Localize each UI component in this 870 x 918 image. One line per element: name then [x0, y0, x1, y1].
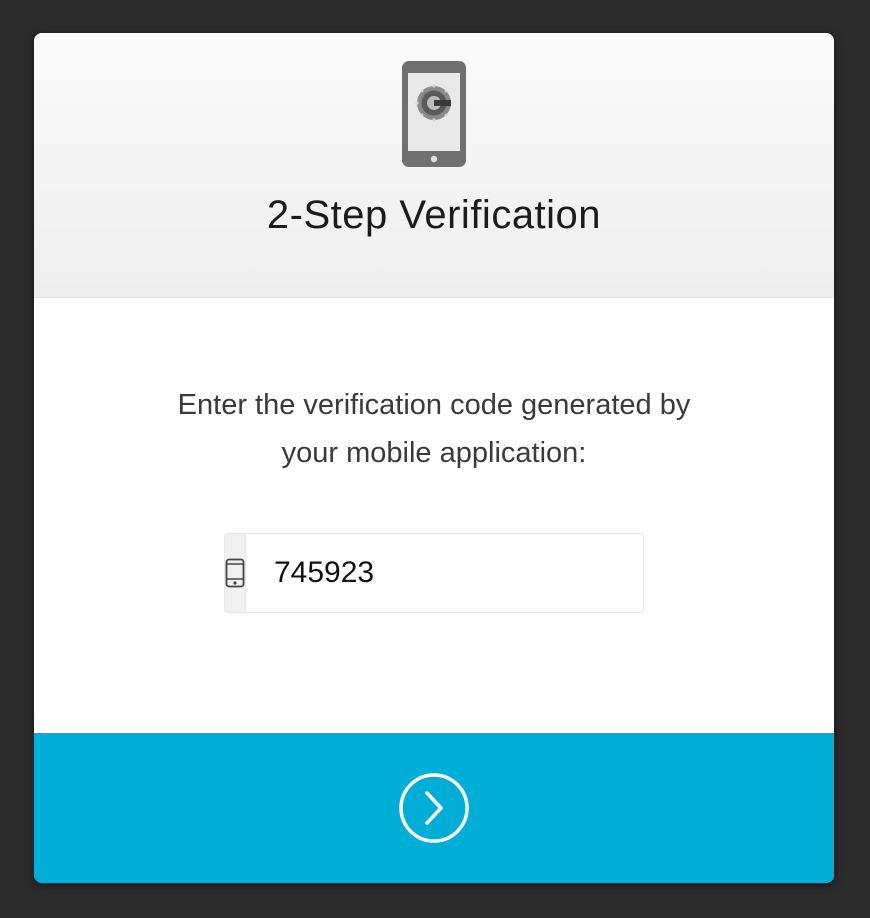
input-addon — [225, 534, 246, 612]
verification-code-group — [224, 533, 644, 613]
instructions-line-2: your mobile application: — [281, 437, 587, 469]
authenticator-phone-icon — [402, 61, 466, 167]
card-header: 2-Step Verification — [34, 33, 834, 298]
submit-button[interactable] — [397, 771, 471, 845]
instructions-text: Enter the verification code generated by… — [94, 381, 774, 477]
mobile-phone-icon — [225, 558, 245, 588]
submit-bar — [34, 733, 834, 883]
instructions-line-1: Enter the verification code generated by — [177, 389, 691, 421]
page-title: 2-Step Verification — [266, 193, 602, 237]
verification-card: 2-Step Verification Enter the verificati… — [34, 33, 834, 883]
verification-code-input[interactable] — [246, 534, 643, 612]
circle-chevron-right-icon — [399, 773, 469, 843]
